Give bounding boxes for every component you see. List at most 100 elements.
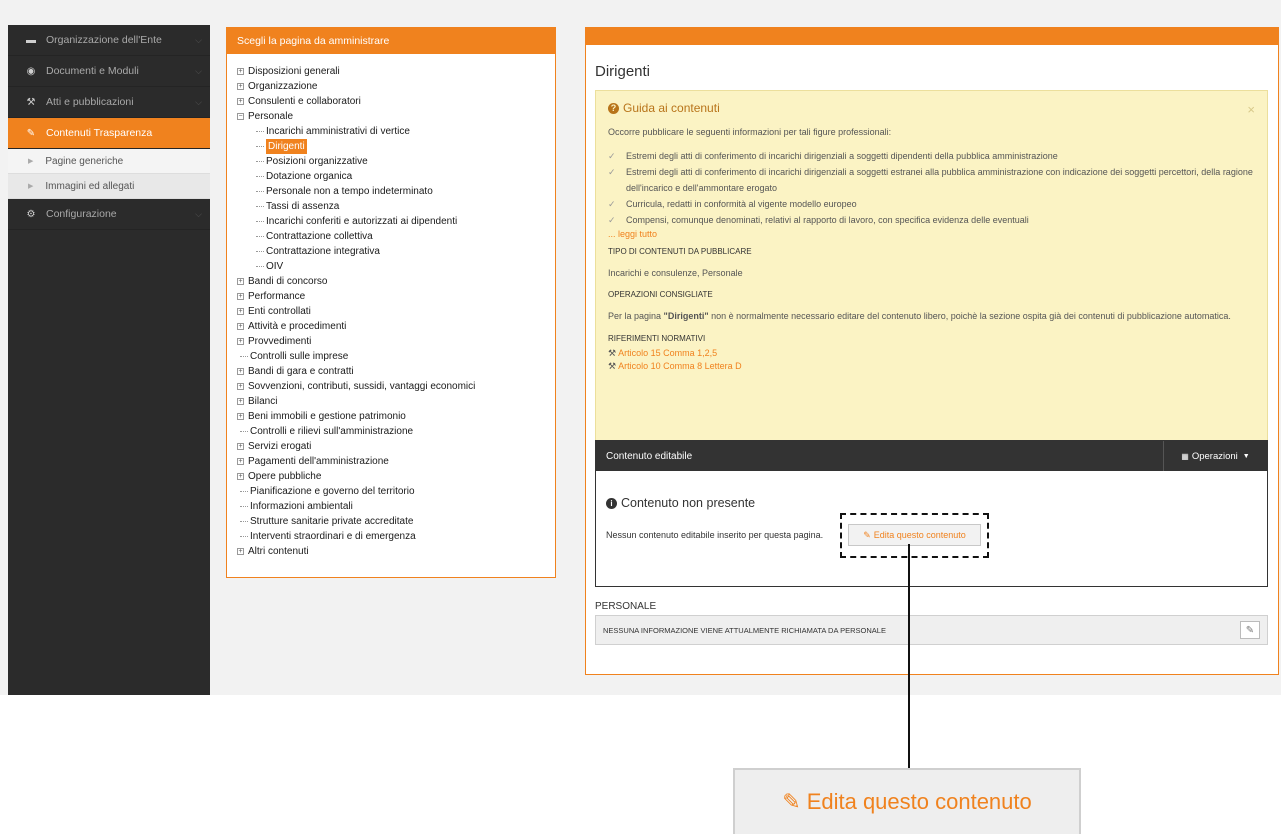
tree-item[interactable]: + Beni immobili e gestione patrimonio [237, 409, 555, 424]
tree-item[interactable]: + Bandi di gara e contratti [237, 364, 555, 379]
caret-down-icon: ▼ [1242, 452, 1250, 460]
page-tree-panel: Scegli la pagina da amministrare + Dispos… [226, 27, 556, 578]
tree-item[interactable]: + Disposizioni generali [237, 64, 555, 79]
tree-item-label: Consulenti e collaboratori [248, 96, 361, 107]
sidebar-subitem-label: Pagine generiche [45, 155, 124, 167]
tree-item[interactable]: Strutture sanitarie private accreditate [237, 514, 555, 529]
tree-item[interactable]: + Sovvenzioni, contributi, sussidi, vanta… [237, 379, 555, 394]
personale-info-bar: NESSUNA INFORMAZIONE VIENE ATTUALMENTE R… [595, 615, 1268, 645]
tree-item[interactable]: Interventi straordinari e di emergenza [237, 529, 555, 544]
cogs-icon: ⚙ [26, 208, 36, 220]
tree-item-label: Bandi di gara e contratti [248, 366, 354, 377]
expand-icon[interactable]: + [237, 473, 244, 480]
collapse-icon[interactable]: − [237, 113, 244, 120]
tree-item[interactable]: Pianificazione e governo del territorio [237, 484, 555, 499]
tree-connector [240, 356, 248, 357]
tree-item[interactable]: + Bilanci [237, 394, 555, 409]
tree-item[interactable]: + Provvedimenti [237, 334, 555, 349]
read-more-link[interactable]: ... leggi tutto [608, 228, 1255, 241]
riferimento-link[interactable]: ⚒ Articolo 15 Comma 1,2,5 [608, 347, 1255, 360]
tree-item[interactable]: Incarichi conferiti e autorizzati ai dip… [237, 214, 555, 229]
tree-item[interactable]: Controlli sulle imprese [237, 349, 555, 364]
caret-right-icon: ▶ [28, 183, 34, 190]
sidebar-item-contenuti-trasparenza[interactable]: ✎ Contenuti Trasparenza [8, 118, 210, 149]
riferimenti-label: RIFERIMENTI NORMATIVI [608, 334, 706, 343]
edit-icon: ✎ [782, 789, 801, 814]
tree-item-label: Altri contenuti [248, 546, 309, 557]
tree-item[interactable]: Posizioni organizzative [237, 154, 555, 169]
personale-edit-button[interactable]: ✎ [1240, 621, 1260, 639]
tree-item[interactable]: + Opere pubbliche [237, 469, 555, 484]
expand-icon[interactable]: + [237, 398, 244, 405]
tree-item-label: Incarichi amministrativi di vertice [266, 126, 410, 137]
expand-icon[interactable]: + [237, 368, 244, 375]
caret-right-icon: ▶ [28, 158, 34, 165]
expand-icon[interactable]: + [237, 458, 244, 465]
tree-item[interactable]: + Servizi erogati [237, 439, 555, 454]
expand-icon[interactable]: + [237, 323, 244, 330]
sidebar-subitem-pagine-generiche[interactable]: ▶ Pagine generiche [8, 149, 210, 174]
riferimento-link[interactable]: ⚒ Articolo 10 Comma 8 Lettera D [608, 360, 1255, 373]
chevron-down-icon: ⌵ [195, 65, 202, 76]
expand-icon[interactable]: + [237, 383, 244, 390]
tree-item[interactable]: + Performance [237, 289, 555, 304]
tree-item[interactable]: Controlli e rilievi sull'amministrazione [237, 424, 555, 439]
tree-item[interactable]: + Organizzazione [237, 79, 555, 94]
expand-icon[interactable]: + [237, 98, 244, 105]
expand-icon[interactable]: + [237, 548, 244, 555]
edit-content-button[interactable]: ✎ Edita questo contenuto [848, 524, 981, 546]
tree-item[interactable]: OIV [237, 259, 555, 274]
tree-connector [240, 521, 248, 522]
tree-item[interactable]: + Consulenti e collaboratori [237, 94, 555, 109]
sidebar-item-atti[interactable]: ⚒ Atti e pubblicazioni ⌵ [8, 87, 210, 118]
guide-checklist: ✓ Estremi degli atti di conferimento di i… [608, 148, 1255, 228]
sidebar-item-configurazione[interactable]: ⚙ Configurazione ⌵ [8, 199, 210, 230]
tree-item[interactable]: + Bandi di concorso [237, 274, 555, 289]
operazioni-dropdown-button[interactable]: ▦ Operazioni ▼ [1163, 441, 1267, 471]
editable-content-box: Contenuto editabile ▦ Operazioni ▼ i Con… [595, 440, 1268, 587]
expand-icon[interactable]: + [237, 413, 244, 420]
tree-item[interactable]: Tassi di assenza [237, 199, 555, 214]
tree-item[interactable]: Informazioni ambientali [237, 499, 555, 514]
tree-item-label: Informazioni ambientali [250, 501, 353, 512]
expand-icon[interactable]: + [237, 278, 244, 285]
expand-icon[interactable]: + [237, 443, 244, 450]
expand-icon[interactable]: + [237, 338, 244, 345]
guide-title: ? Guida ai contenuti [608, 101, 1255, 115]
tree-item[interactable]: + Altri contenuti [237, 544, 555, 559]
tree-item[interactable]: Incarichi amministrativi di vertice [237, 124, 555, 139]
sidebar-item-documenti[interactable]: ◉ Documenti e Moduli ⌵ [8, 56, 210, 87]
edit-icon: ✎ [26, 127, 36, 139]
content-panel-topbar [586, 28, 1278, 45]
briefcase-icon: ▬ [26, 34, 36, 46]
edit-content-button-zoomed-label: Edita questo contenuto [806, 789, 1032, 814]
edit-content-button-zoomed[interactable]: ✎ Edita questo contenuto [733, 768, 1081, 834]
expand-icon[interactable]: + [237, 308, 244, 315]
tree-item-label: Beni immobili e gestione patrimonio [248, 411, 406, 422]
sidebar-subitem-immagini[interactable]: ▶ Immagini ed allegati [8, 174, 210, 199]
expand-icon[interactable]: + [237, 83, 244, 90]
tree-item-label: Opere pubbliche [248, 471, 322, 482]
expand-icon[interactable]: + [237, 68, 244, 75]
operazioni-page-name: "Dirigenti" [663, 311, 709, 321]
tree-item-label: Disposizioni generali [248, 66, 340, 77]
tree-item[interactable]: + Pagamenti dell'amministrazione [237, 454, 555, 469]
expand-icon[interactable]: + [237, 293, 244, 300]
tree-item-label: Pianificazione e governo del territorio [250, 486, 415, 497]
tree-item[interactable]: Personale non a tempo indeterminato [237, 184, 555, 199]
tree-connector [240, 491, 248, 492]
tree-item[interactable]: Contrattazione integrativa [237, 244, 555, 259]
tree-item[interactable]: + Attività e procedimenti [237, 319, 555, 334]
tree-item[interactable]: Dotazione organica [237, 169, 555, 184]
tree-item[interactable]: − Personale [237, 109, 555, 124]
close-icon[interactable]: × [1247, 102, 1255, 117]
tree-item[interactable]: Contrattazione collettiva [237, 229, 555, 244]
tree-item-label: Servizi erogati [248, 441, 312, 452]
tree-connector [256, 131, 264, 132]
tree-item-label: Controlli sulle imprese [250, 351, 349, 362]
tree-item[interactable]: + Enti controllati [237, 304, 555, 319]
tree-item[interactable]: Dirigenti [237, 139, 555, 154]
operazioni-label: OPERAZIONI CONSIGLIATE [608, 290, 713, 299]
sidebar-item-organizzazione[interactable]: ▬ Organizzazione dell'Ente ⌵ [8, 25, 210, 56]
question-circle-icon: ? [608, 102, 619, 114]
